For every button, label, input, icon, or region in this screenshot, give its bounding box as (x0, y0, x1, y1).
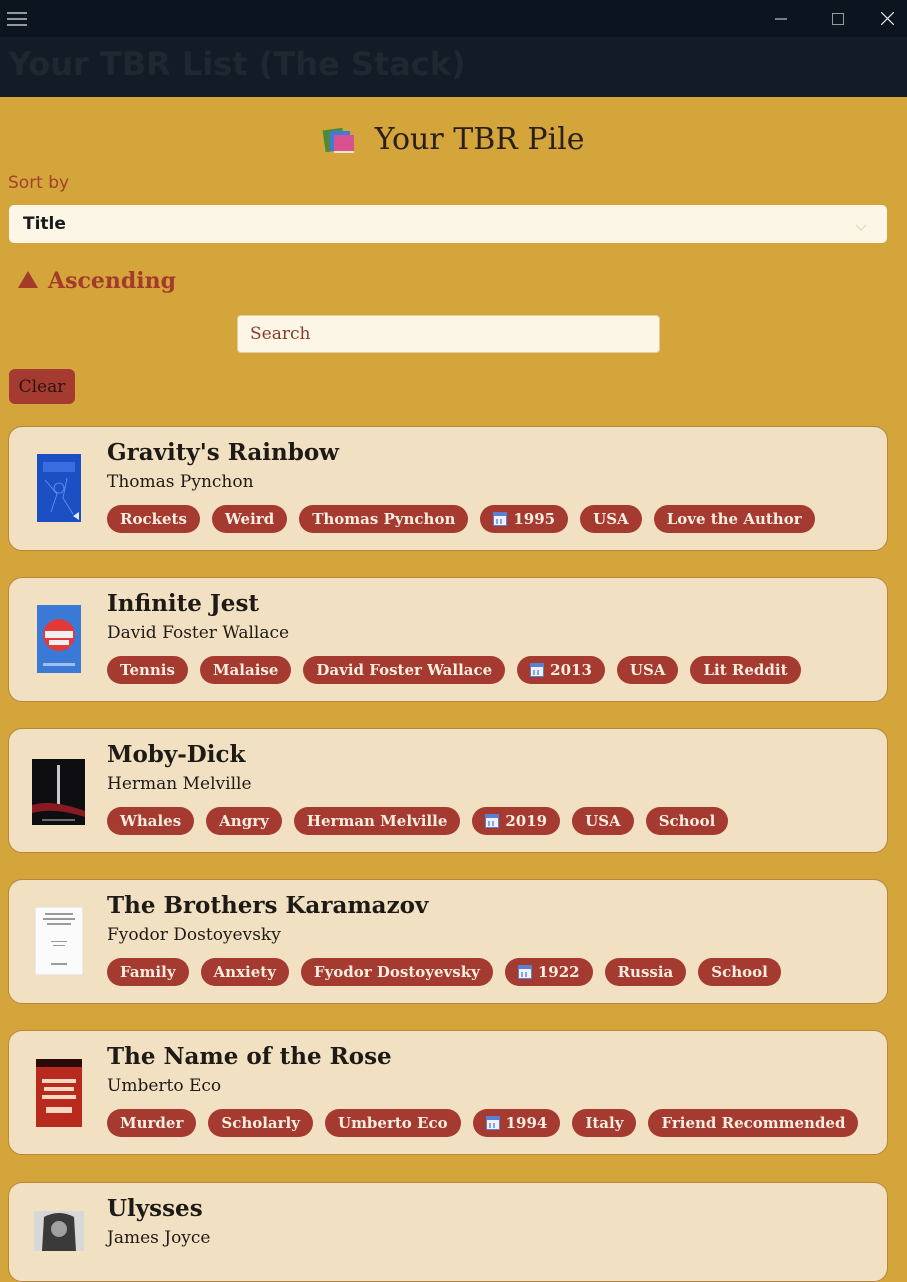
tag[interactable]: School (698, 958, 781, 986)
book-card[interactable]: Moby-Dick Herman Melville Whales Angry H… (8, 728, 888, 853)
tag[interactable]: School (645, 807, 729, 835)
year-tag[interactable]: 1922 (504, 958, 593, 986)
tag[interactable]: Italy (572, 1109, 637, 1137)
window-titlebar (0, 0, 907, 37)
book-author: David Foster Wallace (107, 623, 290, 643)
sort-order-toggle[interactable]: Ascending (18, 264, 176, 298)
book-cover-image (37, 454, 81, 522)
book-cover-image (32, 759, 85, 825)
book-title: Infinite Jest (107, 590, 260, 617)
tag[interactable]: Fyodor Dostoyevsky (300, 958, 493, 986)
book-card[interactable]: The Name of the Rose Umberto Eco Murder … (8, 1030, 888, 1155)
app-header: Your TBR List (The Stack) (0, 37, 907, 97)
book-title: The Brothers Karamazov (107, 892, 429, 919)
book-author: James Joyce (107, 1228, 211, 1248)
year-tag[interactable]: 1994 (472, 1109, 561, 1137)
book-cover-image (37, 605, 81, 673)
search-input[interactable] (237, 315, 660, 353)
tag-list: Family Anxiety Fyodor Dostoyevsky 1922 R… (107, 958, 781, 986)
book-title: Ulysses (107, 1195, 203, 1222)
app-title: Your TBR List (The Stack) (8, 45, 466, 83)
book-author: Thomas Pynchon (107, 472, 254, 492)
book-card[interactable]: Ulysses James Joyce (8, 1182, 888, 1282)
tag[interactable]: Friend Recommended (648, 1109, 859, 1137)
book-title: Gravity's Rainbow (107, 439, 339, 466)
book-cover-image (35, 907, 83, 975)
tag[interactable]: Tennis (107, 656, 188, 684)
tag[interactable]: Herman Melville (293, 807, 461, 835)
tag-list: Murder Scholarly Umberto Eco 1994 Italy … (107, 1109, 859, 1137)
tag[interactable]: USA (572, 807, 634, 835)
tag[interactable]: David Foster Wallace (303, 656, 506, 684)
book-title: The Name of the Rose (107, 1043, 392, 1070)
tag[interactable]: Malaise (199, 656, 292, 684)
tag[interactable]: Anxiety (200, 958, 289, 986)
book-card[interactable]: Gravity's Rainbow Thomas Pynchon Rockets… (8, 426, 888, 551)
book-cover-image (36, 1059, 82, 1127)
year-tag[interactable]: 2013 (517, 656, 605, 684)
clear-button[interactable]: Clear (9, 369, 75, 404)
calendar-icon (485, 814, 500, 828)
calendar-icon (530, 663, 545, 677)
tag[interactable]: Weird (211, 505, 288, 533)
tag-list: Tennis Malaise David Foster Wallace 2013… (107, 656, 801, 684)
book-author: Umberto Eco (107, 1076, 222, 1096)
calendar-icon (517, 965, 532, 979)
sort-selected-value: Title (23, 214, 66, 234)
tag-list: Whales Angry Herman Melville 2019 USA Sc… (107, 807, 729, 835)
book-cover-image (34, 1211, 84, 1251)
tag[interactable]: Scholarly (208, 1109, 313, 1137)
tag[interactable]: Rockets (107, 505, 200, 533)
book-author: Herman Melville (107, 774, 252, 794)
chevron-down-icon (855, 217, 867, 237)
tag[interactable]: Lit Reddit (690, 656, 801, 684)
sort-by-select[interactable]: Title (9, 205, 887, 243)
books-icon (322, 127, 364, 158)
book-card[interactable]: Infinite Jest David Foster Wallace Tenni… (8, 577, 888, 702)
sort-label: Sort by (8, 173, 70, 193)
maximize-icon[interactable] (811, 0, 865, 37)
minimize-icon[interactable] (754, 0, 808, 37)
tag[interactable]: Thomas Pynchon (299, 505, 469, 533)
page-title: Your TBR Pile (0, 120, 907, 163)
tag[interactable]: Love the Author (653, 505, 815, 533)
tag[interactable]: Whales (107, 807, 195, 835)
tag[interactable]: USA (616, 656, 679, 684)
year-tag[interactable]: 2019 (472, 807, 561, 835)
book-author: Fyodor Dostoyevsky (107, 925, 281, 945)
close-icon[interactable] (868, 0, 907, 37)
tag[interactable]: USA (580, 505, 642, 533)
tag[interactable]: Russia (604, 958, 687, 986)
calendar-icon (485, 1116, 500, 1130)
tag-list: Rockets Weird Thomas Pynchon 1995 USA Lo… (107, 505, 815, 533)
year-tag[interactable]: 1995 (480, 505, 569, 533)
book-card[interactable]: The Brothers Karamazov Fyodor Dostoyevsk… (8, 879, 888, 1004)
tag[interactable]: Family (107, 958, 189, 986)
tag[interactable]: Angry (206, 807, 282, 835)
sort-order-label: Ascending (48, 268, 176, 294)
calendar-icon (493, 512, 508, 526)
page-title-text: Your TBR Pile (374, 122, 585, 157)
tag[interactable]: Umberto Eco (324, 1109, 461, 1137)
book-title: Moby-Dick (107, 741, 246, 768)
hamburger-menu-icon[interactable] (0, 0, 34, 37)
tag[interactable]: Murder (107, 1109, 197, 1137)
triangle-up-icon (18, 268, 38, 294)
